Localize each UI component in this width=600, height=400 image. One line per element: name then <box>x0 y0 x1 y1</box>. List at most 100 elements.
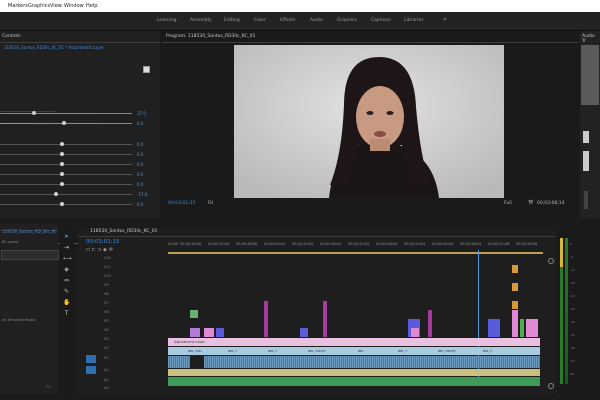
ws-assembly[interactable]: Assembly <box>190 18 212 23</box>
clip-magenta-1[interactable] <box>264 301 268 337</box>
adjustment-layer-clip[interactable]: Adjustment Layer <box>168 338 540 346</box>
slider-8-value[interactable]: -17.0 <box>137 192 147 197</box>
timeline-tools[interactable]: ⊓ ⊏ ⊐ ◆ ⚒ <box>86 247 113 253</box>
clip-magenta-2[interactable] <box>323 301 327 337</box>
track-a3[interactable]: A3 <box>104 386 109 390</box>
slider-6[interactable] <box>0 172 132 176</box>
slider-5[interactable] <box>0 162 132 166</box>
checkbox[interactable] <box>143 66 150 73</box>
ws-captions[interactable]: Captions <box>371 18 391 23</box>
project-folder-icon[interactable]: ▭ <box>46 384 51 390</box>
ws-color[interactable]: Color <box>254 18 266 23</box>
selection-tool-icon[interactable]: ➤ <box>63 233 70 240</box>
ws-audio[interactable]: Audio <box>310 18 323 23</box>
track-v4[interactable]: V4 <box>104 328 109 332</box>
wrench-icon[interactable]: ⚒ <box>528 199 533 206</box>
menu-markers[interactable]: Markers <box>8 3 28 9</box>
track-v8[interactable]: V8 <box>104 292 109 296</box>
clip-pink-2[interactable] <box>411 328 419 337</box>
vertical-scroll-top[interactable] <box>548 258 554 264</box>
clip-pink-3[interactable] <box>512 310 518 337</box>
vertical-scroll-bottom[interactable] <box>548 383 554 389</box>
razor-icon[interactable]: ◈ <box>63 266 70 273</box>
audio-thumb[interactable] <box>583 131 589 143</box>
clip-magenta-3[interactable] <box>428 310 432 337</box>
work-area-bar[interactable] <box>168 252 543 254</box>
track-v11[interactable]: V11 <box>104 265 111 269</box>
track-v6[interactable]: V6 <box>104 310 109 314</box>
ws-learning[interactable]: Learning <box>157 18 177 23</box>
ws-more-icon[interactable]: » <box>443 16 447 23</box>
source-patch-a1[interactable] <box>86 366 96 374</box>
clip-orange-2[interactable] <box>512 283 518 291</box>
menu-help[interactable]: Help <box>86 3 97 9</box>
track-v3[interactable]: V3 <box>104 337 109 341</box>
project-name[interactable]: 118530_Santos_RD_3llc_KC <box>2 229 57 234</box>
slider-5-value[interactable]: 0.0 <box>137 162 143 167</box>
track-v12[interactable]: V12 <box>104 256 111 260</box>
video-frame[interactable] <box>234 45 504 198</box>
source-patch-v1[interactable] <box>86 355 96 363</box>
clip-orange-3[interactable] <box>512 301 518 309</box>
audio-thumb-2[interactable] <box>583 151 589 171</box>
timeline-tab[interactable]: 118530_Santos_RD3llc_KC_01 <box>90 229 158 234</box>
track-v10[interactable]: V10 <box>104 274 111 278</box>
track-a1[interactable]: A1 <box>104 368 109 372</box>
fit-dropdown[interactable]: Fit <box>208 201 213 206</box>
track-a2[interactable]: A2 <box>104 378 109 382</box>
a3-audio-clip[interactable] <box>168 377 540 386</box>
track-v7[interactable]: V7 <box>104 301 109 305</box>
type-icon[interactable]: T <box>63 310 70 317</box>
slider-4[interactable] <box>0 152 132 156</box>
menu-graphics[interactable]: Graphics <box>28 3 50 9</box>
slider-3-value[interactable]: 0.0 <box>137 142 143 147</box>
slider-3[interactable] <box>0 142 132 146</box>
clip-blue[interactable] <box>216 328 224 337</box>
program-timecode[interactable]: 00;03;01;15 <box>168 201 195 206</box>
project-search-input[interactable] <box>1 250 59 260</box>
slider-9-value[interactable]: 0.0 <box>137 202 143 207</box>
slider-7-value[interactable]: 0.0 <box>137 182 143 187</box>
ws-libraries[interactable]: Libraries <box>404 18 423 23</box>
track-v2[interactable]: V2 <box>104 346 109 350</box>
slider-6-value[interactable]: 0.0 <box>137 172 143 177</box>
track-v1[interactable]: V1 <box>104 356 109 360</box>
project-file[interactable]: KC.prproj <box>2 240 18 244</box>
slider-2-value[interactable]: 0.0 <box>137 121 143 126</box>
quality-dropdown[interactable]: Full <box>504 201 512 206</box>
ws-effects[interactable]: Effects <box>280 18 295 23</box>
clip-blue-4[interactable] <box>488 319 500 337</box>
slider-1-value[interactable]: 37.0 <box>137 111 146 116</box>
clip-green-2[interactable] <box>520 319 524 337</box>
timeline-tracks[interactable]: Adjustment Layer REL_TOD REL_T REL_T REL… <box>168 250 553 388</box>
menu-window[interactable]: Window <box>64 3 84 9</box>
slider-9[interactable] <box>0 202 132 206</box>
ws-editing[interactable]: Editing <box>224 18 240 23</box>
clip-purple[interactable] <box>190 328 200 337</box>
slider-7[interactable] <box>0 182 132 186</box>
clip-pink-4[interactable] <box>526 319 538 337</box>
slider-1[interactable] <box>0 111 132 115</box>
audio-scroll[interactable] <box>584 191 588 209</box>
slip-icon[interactable]: ⇔ <box>63 277 70 284</box>
track-v5[interactable]: V5 <box>104 319 109 323</box>
menu-view[interactable]: View <box>50 3 62 9</box>
pen-icon[interactable]: ✎ <box>63 288 70 295</box>
timeline-timecode[interactable]: 00;03;01;15 <box>86 239 120 245</box>
slider-4-value[interactable]: 0.0 <box>137 152 143 157</box>
slider-2[interactable] <box>0 121 132 125</box>
clip-orange-1[interactable] <box>512 265 518 273</box>
slider-8[interactable] <box>0 192 132 196</box>
a1-audio-clip[interactable] <box>168 356 540 368</box>
track-v9[interactable]: V9 <box>104 283 109 287</box>
ws-graphics[interactable]: Graphics <box>337 18 357 23</box>
project-bin-item[interactable]: ics Template Media <box>2 318 35 322</box>
hand-icon[interactable]: ✋ <box>63 299 70 306</box>
clip-green[interactable] <box>190 310 198 318</box>
a2-audio-clip[interactable] <box>168 369 540 376</box>
clip-pink[interactable] <box>204 328 214 337</box>
v1-clip-row[interactable]: REL_TOD REL_T REL_T REL_TOD(F) REL REL_T… <box>168 347 540 355</box>
clip-blue-2[interactable] <box>300 328 308 337</box>
ripple-edit-icon[interactable]: ⟷ <box>63 255 72 262</box>
track-select-icon[interactable]: ⇥ <box>63 244 70 251</box>
